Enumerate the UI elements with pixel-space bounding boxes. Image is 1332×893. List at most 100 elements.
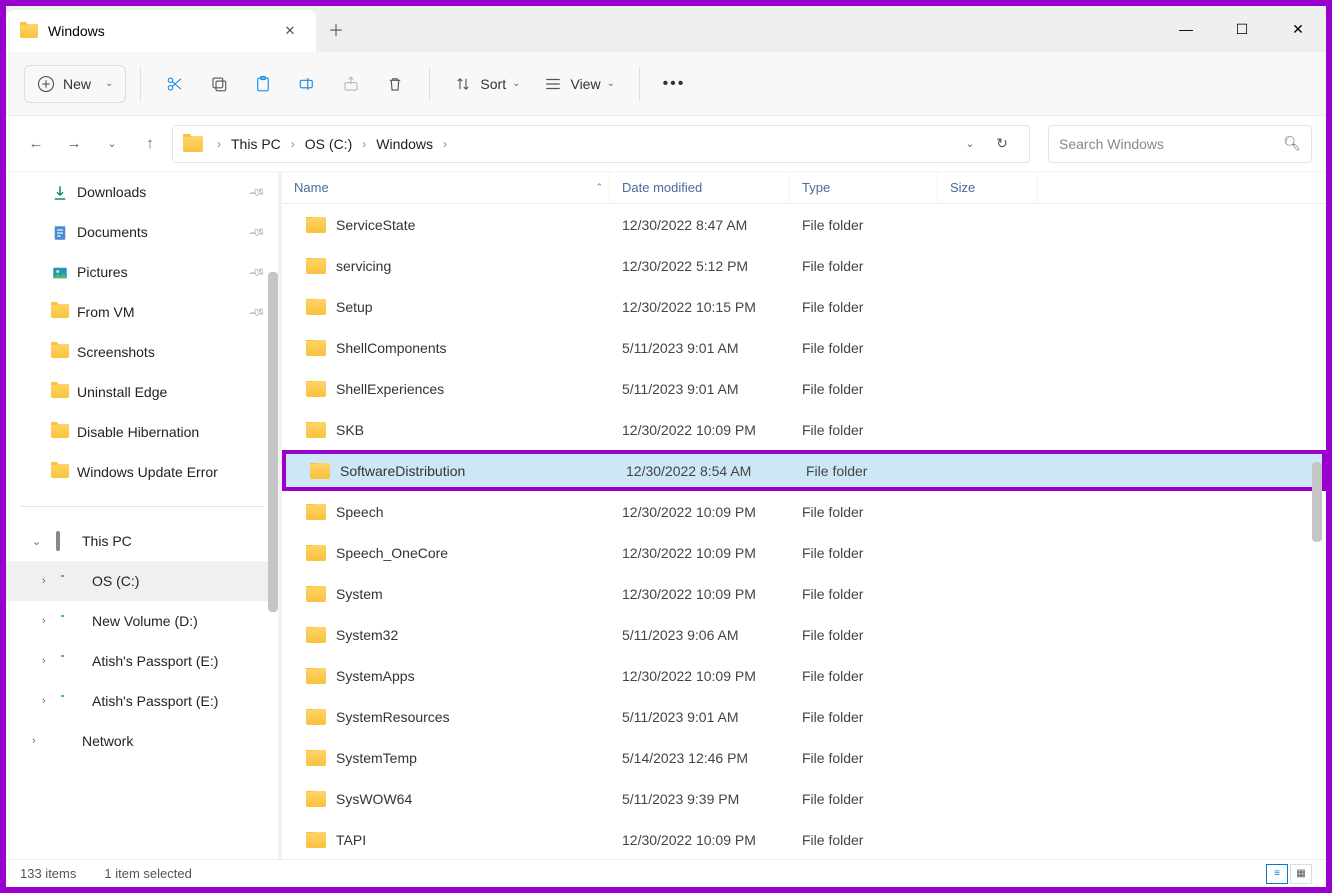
column-headers: Name⌃ Date modified Type Size bbox=[282, 172, 1326, 204]
file-type: File folder bbox=[790, 217, 938, 233]
chevron-down-icon: ⌄ bbox=[607, 78, 615, 89]
sidebar-drive[interactable]: ›Atish's Passport (E:) bbox=[6, 681, 278, 721]
file-name: ShellComponents bbox=[336, 340, 447, 356]
maximize-button[interactable]: ☐ bbox=[1214, 6, 1270, 52]
search-box[interactable]: 🔍︎ bbox=[1048, 125, 1312, 163]
thumbnails-view-toggle[interactable]: ▦ bbox=[1290, 864, 1312, 884]
window-tab[interactable]: Windows ✕ bbox=[6, 10, 316, 52]
close-window-button[interactable]: ✕ bbox=[1270, 6, 1326, 52]
sidebar-drive[interactable]: ›New Volume (D:) bbox=[6, 601, 278, 641]
file-type: File folder bbox=[790, 299, 938, 315]
column-name[interactable]: Name⌃ bbox=[282, 172, 610, 203]
new-button[interactable]: New ⌄ bbox=[24, 65, 126, 103]
sidebar-item[interactable]: Disable Hibernation bbox=[6, 412, 278, 452]
address-history-button[interactable]: ⌄ bbox=[957, 137, 983, 150]
breadcrumb[interactable]: Windows bbox=[372, 134, 437, 154]
scrollbar-thumb[interactable] bbox=[1312, 462, 1322, 542]
file-row[interactable]: System12/30/2022 10:09 PMFile folder bbox=[282, 573, 1326, 614]
folder-icon bbox=[306, 217, 326, 233]
folder-icon bbox=[306, 340, 326, 356]
sidebar-item[interactable]: Windows Update Error bbox=[6, 452, 278, 492]
close-tab-button[interactable]: ✕ bbox=[278, 23, 302, 39]
file-row[interactable]: SystemResources5/11/2023 9:01 AMFile fol… bbox=[282, 696, 1326, 737]
file-name: SystemResources bbox=[336, 709, 450, 725]
file-date: 12/30/2022 10:15 PM bbox=[610, 299, 790, 315]
view-label: View bbox=[570, 76, 600, 92]
cut-button[interactable] bbox=[155, 65, 195, 103]
paste-button[interactable] bbox=[243, 65, 283, 103]
column-date[interactable]: Date modified bbox=[610, 172, 790, 203]
copy-button[interactable] bbox=[199, 65, 239, 103]
disk-icon bbox=[66, 693, 84, 709]
file-type: File folder bbox=[790, 422, 938, 438]
rename-button[interactable] bbox=[287, 65, 327, 103]
forward-button[interactable]: → bbox=[58, 128, 90, 160]
file-date: 12/30/2022 10:09 PM bbox=[610, 545, 790, 561]
sidebar-this-pc[interactable]: ⌄This PC bbox=[6, 521, 278, 561]
more-button[interactable]: ••• bbox=[654, 65, 694, 103]
file-date: 12/30/2022 10:09 PM bbox=[610, 832, 790, 848]
sidebar-item[interactable]: Pictures📌︎ bbox=[6, 252, 278, 292]
file-row[interactable]: SystemApps12/30/2022 10:09 PMFile folder bbox=[282, 655, 1326, 696]
file-row[interactable]: TAPI12/30/2022 10:09 PMFile folder bbox=[282, 819, 1326, 859]
file-type: File folder bbox=[790, 750, 938, 766]
sidebar-drive[interactable]: ›OS (C:) bbox=[6, 561, 278, 601]
file-date: 12/30/2022 8:47 AM bbox=[610, 217, 790, 233]
file-row[interactable]: ShellExperiences5/11/2023 9:01 AMFile fo… bbox=[282, 368, 1326, 409]
file-type: File folder bbox=[790, 586, 938, 602]
sidebar-item[interactable]: Downloads📌︎ bbox=[6, 172, 278, 212]
file-row[interactable]: SKB12/30/2022 10:09 PMFile folder bbox=[282, 409, 1326, 450]
file-row[interactable]: ServiceState12/30/2022 8:47 AMFile folde… bbox=[282, 204, 1326, 245]
file-type: File folder bbox=[790, 381, 938, 397]
refresh-button[interactable]: ↻ bbox=[985, 135, 1019, 152]
expand-icon[interactable]: › bbox=[42, 575, 46, 587]
file-row[interactable]: servicing12/30/2022 5:12 PMFile folder bbox=[282, 245, 1326, 286]
address-bar[interactable]: › This PC › OS (C:) › Windows › ⌄ ↻ bbox=[172, 125, 1030, 163]
recent-button[interactable]: ⌄ bbox=[96, 128, 128, 160]
file-name: servicing bbox=[336, 258, 391, 274]
file-name: SystemTemp bbox=[336, 750, 417, 766]
file-name: SysWOW64 bbox=[336, 791, 412, 807]
scrollbar-thumb[interactable] bbox=[268, 272, 278, 612]
sort-button[interactable]: Sort ⌄ bbox=[444, 65, 530, 103]
new-tab-button[interactable]: ＋ bbox=[316, 6, 356, 52]
minimize-button[interactable]: — bbox=[1158, 6, 1214, 52]
folder-icon bbox=[306, 545, 326, 561]
sidebar-item-label: From VM bbox=[77, 304, 135, 320]
expand-icon[interactable]: › bbox=[32, 735, 36, 747]
details-view-toggle[interactable]: ≡ bbox=[1266, 864, 1288, 884]
delete-button[interactable] bbox=[375, 65, 415, 103]
file-row[interactable]: Speech12/30/2022 10:09 PMFile folder bbox=[282, 491, 1326, 532]
sidebar-item[interactable]: Screenshots bbox=[6, 332, 278, 372]
file-row[interactable]: SystemTemp5/14/2023 12:46 PMFile folder bbox=[282, 737, 1326, 778]
column-type[interactable]: Type bbox=[790, 172, 938, 203]
selection-count: 1 item selected bbox=[104, 866, 191, 881]
breadcrumb[interactable]: This PC bbox=[227, 134, 285, 154]
back-button[interactable]: ← bbox=[20, 128, 52, 160]
sidebar-network[interactable]: ›Network bbox=[6, 721, 278, 761]
pin-icon: 📌︎ bbox=[248, 263, 267, 282]
file-name: Setup bbox=[336, 299, 373, 315]
expand-icon[interactable]: ⌄ bbox=[32, 535, 41, 548]
view-button[interactable]: View ⌄ bbox=[534, 65, 624, 103]
breadcrumb[interactable]: OS (C:) bbox=[301, 134, 356, 154]
sidebar-item[interactable]: Documents📌︎ bbox=[6, 212, 278, 252]
expand-icon[interactable]: › bbox=[42, 615, 46, 627]
column-size[interactable]: Size bbox=[938, 172, 1038, 203]
file-row[interactable]: Speech_OneCore12/30/2022 10:09 PMFile fo… bbox=[282, 532, 1326, 573]
file-row[interactable]: SysWOW645/11/2023 9:39 PMFile folder bbox=[282, 778, 1326, 819]
share-button[interactable] bbox=[331, 65, 371, 103]
explorer-window: Windows ✕ ＋ — ☐ ✕ New ⌄ Sort ⌄ bbox=[6, 6, 1326, 887]
up-button[interactable]: ↑ bbox=[134, 128, 166, 160]
expand-icon[interactable]: › bbox=[42, 695, 46, 707]
file-row[interactable]: System325/11/2023 9:06 AMFile folder bbox=[282, 614, 1326, 655]
expand-icon[interactable]: › bbox=[42, 655, 46, 667]
file-row[interactable]: ShellComponents5/11/2023 9:01 AMFile fol… bbox=[282, 327, 1326, 368]
file-row[interactable]: SoftwareDistribution12/30/2022 8:54 AMFi… bbox=[282, 450, 1326, 491]
sidebar-item[interactable]: From VM📌︎ bbox=[6, 292, 278, 332]
search-input[interactable] bbox=[1059, 136, 1283, 152]
file-row[interactable]: Setup 12/30/2022 10:15 PMFile folder bbox=[282, 286, 1326, 327]
sidebar-drive[interactable]: ›Atish's Passport (E:) bbox=[6, 641, 278, 681]
file-date: 5/11/2023 9:01 AM bbox=[610, 709, 790, 725]
sidebar-item[interactable]: Uninstall Edge bbox=[6, 372, 278, 412]
